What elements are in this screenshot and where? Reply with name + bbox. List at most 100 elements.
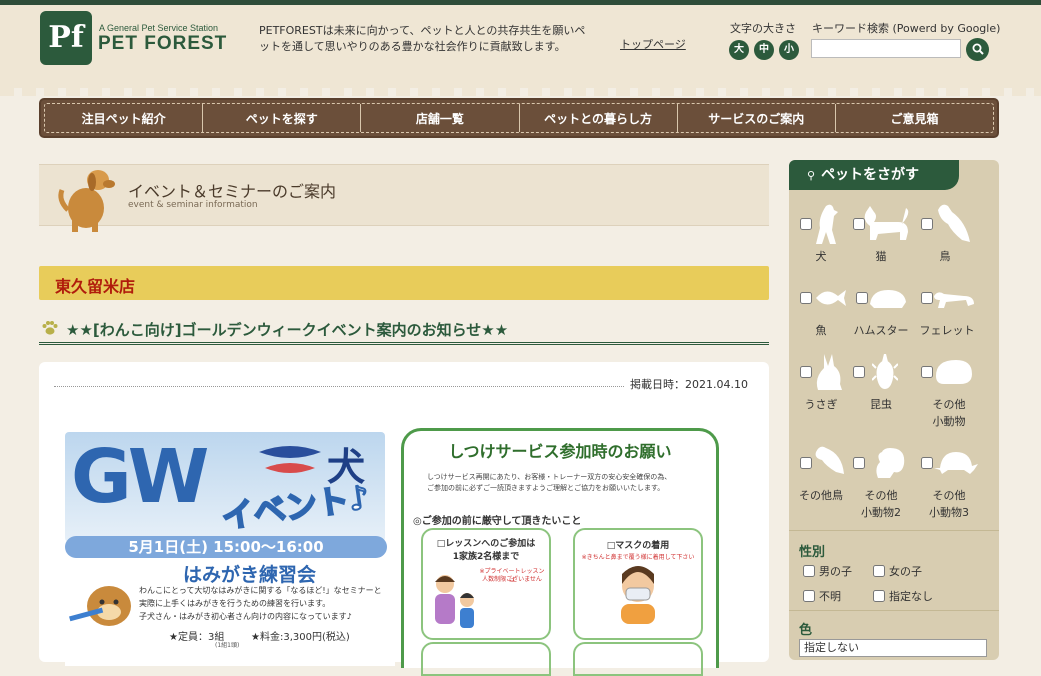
search-icon [972,43,984,55]
gender-heading: 性別 [799,545,826,560]
pet-label-ferret: フェレット [919,324,975,337]
mask-person-icon [621,566,655,624]
site-tagline: PETFORESTは未来に向かって、ペットと人との共存共生を願いペットを通して思… [259,24,586,53]
insect-icon[interactable] [872,354,898,390]
search-icon: ⚲ [807,169,816,182]
notice-intro-line: しつけサービス再開にあたり、お客様・トレーナー双方の安心安全確保の為、 [427,473,672,481]
notice-box-title: □レッスンへのご参加は [436,539,536,549]
post-title[interactable]: ★★[わんこ向け]ゴールデンウィークイベント案内のお知らせ★★ [66,319,508,340]
store-heading-bar: 東久留米店 [39,266,769,300]
pet-checkbox-rabbit[interactable] [800,366,812,378]
event-description-line: 子犬さん・はみがき初心者さん向けの内容になっています♪ [139,612,352,621]
pet-search-title: ペットをさがす [821,167,920,183]
nav-feedback[interactable]: ご意見箱 [836,104,993,132]
fish-icon[interactable] [814,286,848,310]
gender-checkbox-male[interactable] [803,565,815,577]
font-size-large-button[interactable]: 大 [729,40,749,60]
font-size-small-button[interactable]: 小 [779,40,799,60]
gender-checkbox-female[interactable] [873,565,885,577]
gender-option-male[interactable]: 男の子 [803,563,852,579]
post-card: 掲載日時：2021.04.10 GW 犬 イベント♪ 5月1日(土) 15:00… [39,362,769,676]
gender-option-label: 男の子 [819,565,852,578]
notice-box-mask: □マスクの着用 ※きちんと鼻まで覆う様に着用して下さい [573,528,703,640]
pet-search-heading: ⚲ ペットをさがす [789,160,959,190]
post-title-row: ★★[わんこ向け]ゴールデンウィークイベント案内のお知らせ★★ [39,318,769,345]
nav-living-with-pets[interactable]: ペットとの暮らし方 [520,104,678,132]
gender-option-female[interactable]: 女の子 [873,563,922,579]
ferret-icon[interactable] [932,288,976,310]
hamster-icon[interactable] [868,288,908,310]
pet-label-small-animal-3-line2: 小動物3 [929,506,969,519]
pet-label-hamster: ハムスター [853,324,909,337]
gender-option-label: 不明 [819,590,841,603]
pet-label-small-animal-line2: 小動物 [932,415,966,428]
pet-checkbox-insect[interactable] [853,366,865,378]
event-fee: ★料金:3,300円(税込) [251,632,350,643]
font-size-medium-button[interactable]: 中 [754,40,774,60]
pet-checkbox-small-animal-3[interactable] [921,457,933,469]
color-select[interactable]: 指定しない [799,639,987,657]
pet-label-small-animal-2-line2: 小動物2 [861,506,901,519]
divider [789,530,999,531]
banner-title: イベント＆セミナーのご案内 [128,182,337,201]
font-size-label: 文字の大きさ [730,22,796,35]
notice-title: しつけサービス参加時のお願い [448,442,672,461]
pet-label-cat: 猫 [875,250,887,263]
search-button[interactable] [966,38,989,61]
gender-checkbox-any[interactable] [873,590,885,602]
pet-checkbox-hamster[interactable] [856,292,868,304]
color-heading: 色 [799,623,813,638]
gender-option-any[interactable]: 指定なし [873,588,933,604]
dog-icon[interactable] [812,202,844,246]
pet-checkbox-fish[interactable] [800,292,812,304]
pet-checkbox-dog[interactable] [800,218,812,230]
notice-section-heading: ◎ご参加の前に厳守して頂きたいこと [413,516,582,527]
top-page-link[interactable]: トップページ [620,36,686,52]
nav-featured-pets[interactable]: 注目ペット紹介 [45,104,204,132]
training-notice-flyer[interactable]: しつけサービス参加時のお願い しつけサービス再開にあたり、お客様・トレーナー双方… [401,426,723,676]
squirrel-icon[interactable] [870,444,906,480]
pet-label-small-animal-3: その他 [932,489,966,502]
event-description-line: わんこにとって大切なはみがきに関する「なるほど!」なセミナーと [139,586,382,595]
nav-find-pets[interactable]: ペットを探す [203,104,362,132]
gender-option-unknown[interactable]: 不明 [803,588,841,604]
pet-label-small-animal: その他 [932,398,966,411]
gender-option-label: 指定なし [889,590,933,603]
carp-streamer-icon [259,446,321,473]
logo-name[interactable]: PET FOREST [98,33,227,55]
notice-box-title: □マスクの着用 [606,541,670,551]
pet-checkbox-small-animal-2[interactable] [853,457,865,469]
logo-subtitle: A General Pet Service Station [99,23,219,33]
bird-icon[interactable] [932,202,972,246]
notice-intro-line: ご参加の前に必ずご一読頂きますようご理解とご協力をお願いいたします。 [427,484,665,492]
notice-box [421,642,551,676]
banner-subtitle: event & seminar information [128,200,258,210]
notice-box-note: ※きちんと鼻まで覆う様に着用して下さい [581,554,695,561]
rabbit-icon[interactable] [812,352,844,392]
event-description: わんこにとって大切なはみがきに関する「なるほど!」なセミナーと 実際に上手くはみ… [139,584,393,623]
event-name: はみがき練習会 [183,564,317,586]
notice-intro: しつけサービス再開にあたり、お客様・トレーナー双方の安心安全確保の為、 ご参加の… [427,472,707,494]
puppy-toothbrush-icon [69,586,131,626]
turtle-icon[interactable] [934,450,978,476]
divider [54,386,624,387]
pet-checkbox-small-animal[interactable] [921,366,933,378]
notice-box-note: 人数制限ございません [482,576,542,583]
nav-store-list[interactable]: 店舗一覧 [361,104,520,132]
cat-icon[interactable] [862,206,912,242]
small-animal-icon[interactable] [934,358,974,386]
other-bird-icon[interactable] [812,444,846,480]
pet-label-insect: 昆虫 [870,398,892,411]
logo-mark[interactable]: Pf [40,11,92,65]
gw-letters: GW [71,434,209,520]
pet-checkbox-other-bird[interactable] [800,457,812,469]
main-nav: 注目ペット紹介 ペットを探す 店舗一覧 ペットとの暮らし方 サービスのご案内 ご… [39,98,999,138]
keyword-search-input[interactable] [811,39,961,58]
gw-event-flyer[interactable]: GW 犬 イベント♪ 5月1日(土) 15:00〜16:00 はみがき練習会 わ… [65,426,395,666]
notice-box-family-limit: □レッスンへのご参加は 1家族2名様まで ※プライベートレッスンは 人数制限ござ… [421,528,551,640]
gender-checkbox-unknown[interactable] [803,590,815,602]
divider [789,610,999,611]
nav-services[interactable]: サービスのご案内 [678,104,836,132]
notice-box [573,642,703,676]
paw-icon [42,321,58,335]
